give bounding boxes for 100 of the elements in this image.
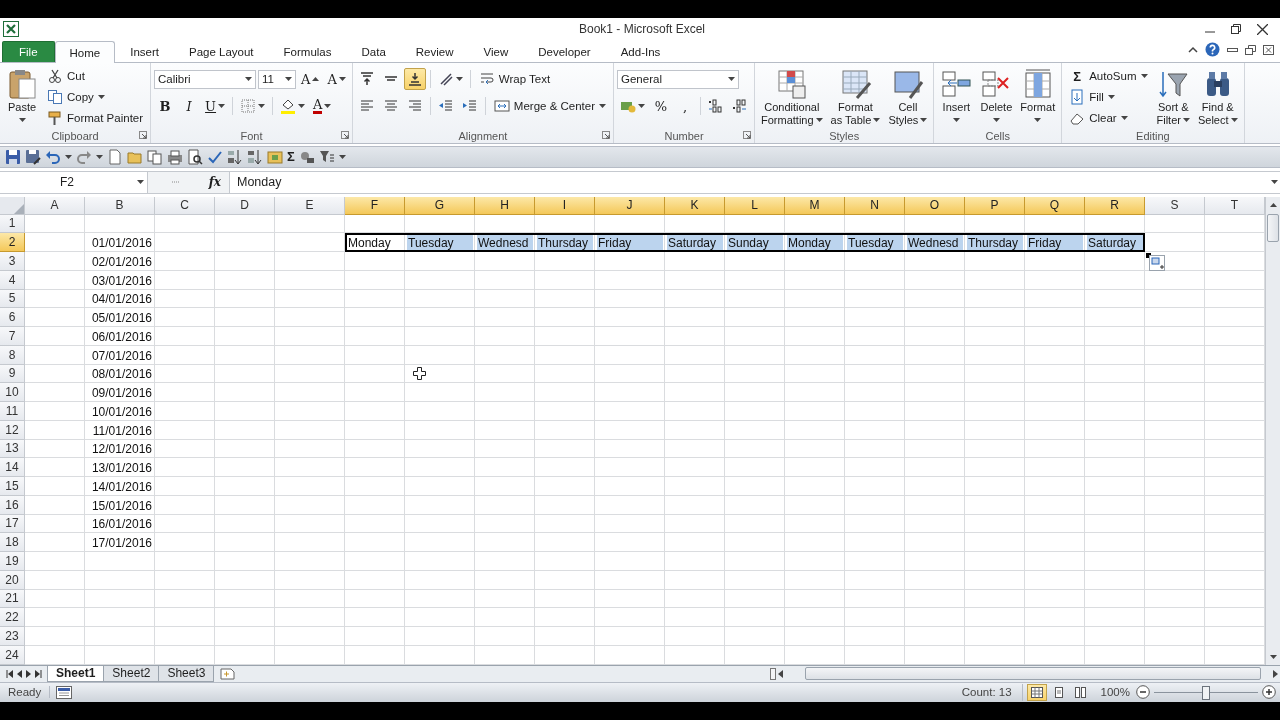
autosum-button[interactable]: Σ AutoSum	[1065, 66, 1152, 86]
column-header[interactable]: L	[725, 196, 785, 215]
cell[interactable]: Saturday	[1087, 235, 1143, 251]
cell[interactable]: Friday	[597, 235, 663, 251]
column-header[interactable]: M	[785, 196, 845, 215]
font-color-button[interactable]: A	[310, 95, 335, 117]
cell[interactable]: 12/01/2016	[87, 441, 153, 457]
new-file-icon[interactable]	[107, 148, 123, 165]
format-button[interactable]: Format	[1017, 66, 1059, 128]
row-header[interactable]: 23	[0, 627, 25, 646]
zoom-level[interactable]: 100%	[1094, 686, 1136, 699]
cell[interactable]: Monday	[787, 235, 843, 251]
redo-icon[interactable]	[76, 148, 92, 165]
column-header[interactable]: S	[1145, 196, 1205, 215]
underline-button[interactable]: U	[202, 95, 229, 117]
save-as-icon[interactable]	[25, 148, 41, 165]
row-header[interactable]: 18	[0, 533, 25, 553]
grow-font-button[interactable]: A	[298, 68, 323, 90]
splitter-handle-icon[interactable]	[170, 180, 181, 185]
column-header[interactable]: E	[275, 196, 345, 215]
dialog-launcher-icon[interactable]	[340, 131, 349, 140]
cell[interactable]: 08/01/2016	[87, 366, 153, 382]
delete-button[interactable]: Delete	[977, 66, 1016, 128]
sheet-tab[interactable]: Sheet3	[158, 665, 215, 682]
dialog-launcher-icon[interactable]	[602, 131, 611, 140]
fill-button[interactable]: Fill	[1065, 87, 1152, 107]
copy-button[interactable]: Copy	[43, 87, 148, 107]
column-header[interactable]: Q	[1025, 196, 1085, 215]
previous-sheet-icon[interactable]	[17, 669, 22, 678]
scrollbar-thumb[interactable]	[805, 667, 1261, 681]
cell-styles-button[interactable]: Cell Styles	[885, 66, 931, 128]
dialog-launcher-icon[interactable]	[743, 131, 752, 140]
cell[interactable]: 06/01/2016	[87, 329, 153, 344]
cell[interactable]: 01/01/2016	[87, 235, 153, 251]
cell[interactable]: 15/01/2016	[87, 497, 153, 513]
row-header[interactable]: 10	[0, 383, 25, 403]
format-painter-button[interactable]: Format Painter	[43, 108, 148, 128]
cell[interactable]: Thursday	[537, 235, 593, 251]
cell[interactable]: 03/01/2016	[87, 272, 153, 288]
conditional-formatting-button[interactable]: Conditional Formatting	[758, 66, 826, 128]
row-header[interactable]: 7	[0, 327, 25, 346]
ribbon-tab[interactable]: Data	[346, 41, 401, 62]
next-sheet-icon[interactable]	[26, 669, 31, 678]
scrollbar-thumb[interactable]	[1267, 213, 1279, 242]
record-macro-icon[interactable]	[56, 685, 73, 699]
normal-view-button[interactable]	[1026, 683, 1047, 701]
ribbon-tab[interactable]: Add-Ins	[605, 41, 676, 62]
cell[interactable]: 05/01/2016	[87, 310, 153, 326]
column-header[interactable]: P	[965, 196, 1025, 215]
sort-descending-icon[interactable]	[247, 148, 263, 165]
formula-field[interactable]: Monday	[230, 171, 1280, 193]
column-header[interactable]: O	[905, 196, 965, 215]
column-header[interactable]: B	[85, 196, 155, 215]
column-header[interactable]: A	[25, 196, 85, 215]
cell[interactable]: 09/01/2016	[87, 385, 153, 401]
dialog-launcher-icon[interactable]	[139, 131, 148, 140]
scroll-left-button[interactable]	[778, 669, 783, 678]
splitter-handle-icon[interactable]	[770, 667, 776, 680]
column-header[interactable]: D	[215, 196, 275, 215]
wrap-text-button[interactable]: Wrap Text	[474, 69, 555, 89]
shrink-font-button[interactable]: A	[324, 68, 349, 90]
cell[interactable]: 16/01/2016	[87, 516, 153, 532]
format-as-table-button[interactable]: Format as Table	[827, 66, 884, 128]
row-header[interactable]: 11	[0, 402, 25, 421]
cell[interactable]: Saturday	[667, 235, 723, 251]
column-header[interactable]: J	[595, 196, 665, 215]
row-header[interactable]: 19	[0, 552, 25, 571]
italic-button[interactable]: I	[178, 95, 201, 117]
autofill-options-icon[interactable]	[1149, 254, 1165, 271]
copy-icon[interactable]	[147, 148, 163, 165]
align-bottom-button[interactable]	[403, 68, 426, 90]
dropdown-field[interactable]: General	[617, 69, 740, 89]
clear-button[interactable]: Clear	[1065, 108, 1152, 128]
column-header[interactable]: T	[1205, 196, 1265, 215]
save-icon[interactable]	[5, 148, 21, 165]
help-icon[interactable]	[1205, 42, 1220, 58]
autosum-button[interactable]: Σ	[287, 149, 295, 165]
cell[interactable]: Friday	[1027, 235, 1083, 251]
ribbon-tab[interactable]: Page Layout	[174, 41, 269, 62]
collapse-ribbon-icon[interactable]	[1188, 46, 1198, 54]
ribbon-tab[interactable]: Home	[54, 41, 116, 63]
cell[interactable]: 07/01/2016	[87, 347, 153, 363]
scroll-right-button[interactable]	[1273, 669, 1278, 678]
sheet-tab[interactable]: Sheet1	[47, 665, 105, 682]
ribbon-tab[interactable]: Formulas	[268, 41, 347, 62]
print-preview-icon[interactable]	[187, 148, 203, 165]
filter-icon[interactable]	[318, 148, 335, 165]
cell[interactable]: Wednesd	[907, 235, 963, 251]
ribbon-tab[interactable]: Review	[400, 41, 469, 62]
close-icon[interactable]	[1263, 45, 1274, 55]
insert-button[interactable]: Insert	[937, 66, 976, 128]
cell[interactable]: Tuesday	[407, 235, 473, 251]
merge-center-button[interactable]: Merge & Center	[489, 96, 611, 116]
minimize-icon[interactable]	[1227, 45, 1238, 55]
row-header[interactable]: 6	[0, 308, 25, 328]
column-header[interactable]: C	[155, 196, 215, 215]
row-header[interactable]: 14	[0, 458, 25, 478]
cell[interactable]: Wednesd	[477, 235, 533, 251]
find-select-button[interactable]: Find & Select	[1194, 66, 1241, 128]
bold-button[interactable]: B	[154, 95, 177, 117]
